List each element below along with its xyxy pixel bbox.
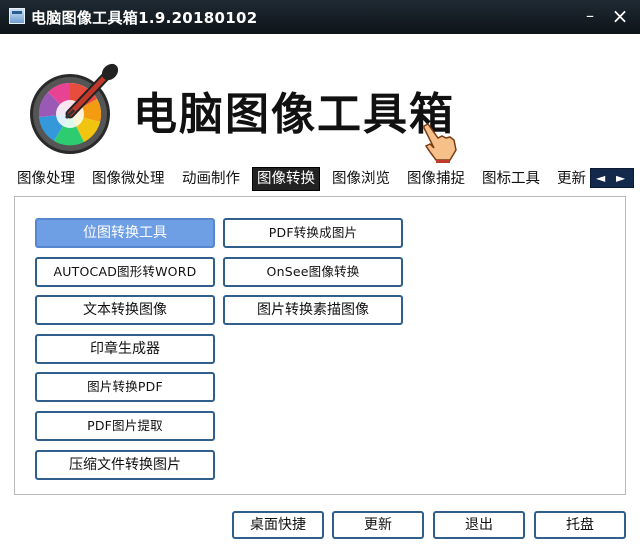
onsee-convert-button[interactable]: OnSee图像转换 bbox=[223, 257, 403, 287]
color-picker-eyedropper-icon bbox=[30, 63, 119, 154]
title-bar: 电脑图像工具箱1.9.20180102 – × bbox=[0, 0, 640, 34]
pdf-to-image-button[interactable]: PDF转换成图片 bbox=[223, 218, 403, 248]
tray-button[interactable]: 托盘 bbox=[534, 511, 626, 539]
autocad-to-word-button[interactable]: AUTOCAD图形转WORD bbox=[35, 257, 215, 287]
app-heading: 电脑图像工具箱 bbox=[133, 89, 455, 140]
tab-animation[interactable]: 动画制作 bbox=[181, 168, 241, 190]
tab-image-conversion[interactable]: 图像转换 bbox=[252, 167, 320, 191]
app-header: 电脑图像工具箱 bbox=[0, 34, 640, 166]
tab-icon-tools[interactable]: 图标工具 bbox=[481, 168, 541, 190]
tool-panel: 位图转换工具 AUTOCAD图形转WORD 文本转换图像 印章生成器 图片转换P… bbox=[14, 196, 626, 495]
close-button[interactable]: × bbox=[608, 5, 632, 27]
desktop-shortcut-button[interactable]: 桌面快捷 bbox=[232, 511, 324, 539]
tab-scroll-left-icon[interactable]: ◄ bbox=[596, 170, 605, 186]
tab-image-browse[interactable]: 图像浏览 bbox=[331, 168, 391, 190]
pdf-image-extract-button[interactable]: PDF图片提取 bbox=[35, 411, 215, 441]
archive-to-image-button[interactable]: 压缩文件转换图片 bbox=[35, 450, 215, 480]
update-button[interactable]: 更新 bbox=[332, 511, 424, 539]
image-to-sketch-button[interactable]: 图片转换素描图像 bbox=[223, 295, 403, 325]
tab-image-capture[interactable]: 图像捕捉 bbox=[406, 168, 466, 190]
text-to-image-button[interactable]: 文本转换图像 bbox=[35, 295, 215, 325]
app-icon bbox=[9, 8, 25, 24]
tab-bar: 图像处理 图像微处理 动画制作 图像转换 图像浏览 图像捕捉 图标工具 更新 bbox=[0, 166, 640, 192]
tab-scroll-right-icon[interactable]: ► bbox=[616, 170, 625, 186]
pointing-hand-icon bbox=[423, 123, 457, 163]
tab-scroll-control: ◄ ► bbox=[590, 168, 634, 188]
seal-generator-button[interactable]: 印章生成器 bbox=[35, 334, 215, 364]
tab-image-processing[interactable]: 图像处理 bbox=[16, 168, 76, 190]
window-title: 电脑图像工具箱1.9.20180102 bbox=[31, 9, 258, 27]
tab-image-micro-processing[interactable]: 图像微处理 bbox=[91, 168, 166, 190]
minimize-button[interactable]: – bbox=[578, 5, 602, 27]
exit-button[interactable]: 退出 bbox=[433, 511, 525, 539]
image-to-pdf-button[interactable]: 图片转换PDF bbox=[35, 372, 215, 402]
tab-update[interactable]: 更新 bbox=[556, 168, 587, 190]
bitmap-convert-button[interactable]: 位图转换工具 bbox=[35, 218, 215, 248]
